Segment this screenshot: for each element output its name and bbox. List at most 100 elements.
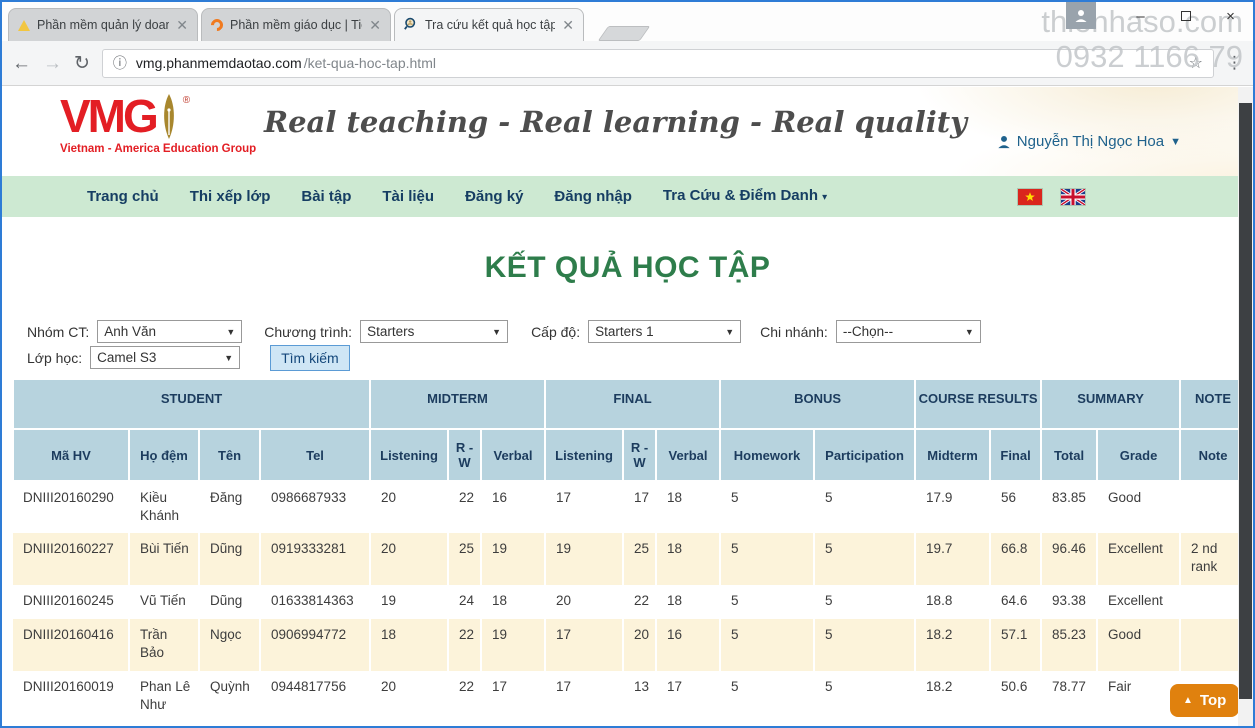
scrollbar-thumb[interactable]	[1239, 103, 1252, 699]
nav-item-register[interactable]: Đăng ký	[465, 176, 523, 217]
uk-flag-icon[interactable]	[1061, 189, 1085, 205]
column-header: Tel	[260, 429, 370, 481]
back-icon[interactable]: ←	[12, 54, 31, 73]
browser-window: Phần mềm quản lý doanh ✕ Phần mềm giáo d…	[0, 0, 1255, 728]
table-cell: Fair	[1097, 671, 1180, 726]
table-cell: 5	[814, 481, 915, 533]
table-cell: Dũng	[199, 585, 260, 619]
column-header: Listening	[370, 429, 448, 481]
logo-subtext: Vietnam - America Education Group	[60, 143, 256, 155]
scroll-to-top-button[interactable]: ▲ Top	[1170, 684, 1239, 717]
table-row: DNIII20160019Phan Lê NhưQuỳnh09448177562…	[13, 671, 1246, 726]
table-cell: 17	[545, 619, 623, 671]
window-controls: – ×	[1066, 2, 1253, 32]
table-cell: Good	[1097, 481, 1180, 533]
page-info-icon[interactable]: ⓘ	[113, 53, 127, 73]
browser-tab-2[interactable]: Phần mềm giáo dục | Tiế ✕	[201, 8, 391, 41]
table-cell: 5	[720, 671, 814, 726]
column-header: Total	[1041, 429, 1097, 481]
top-button-label: Top	[1200, 692, 1226, 709]
search-icon	[404, 17, 418, 34]
table-cell: Vũ Tiến	[129, 585, 199, 619]
column-header: R - W	[448, 429, 481, 481]
table-cell: 25	[448, 533, 481, 585]
table-cell: 19	[481, 533, 545, 585]
browser-tab-1[interactable]: Phần mềm quản lý doanh ✕	[8, 8, 198, 41]
column-header: Tên	[199, 429, 260, 481]
tab-close-icon[interactable]: ✕	[369, 18, 381, 32]
profile-avatar-icon[interactable]	[1066, 2, 1096, 29]
column-group-header: BONUS	[720, 379, 915, 429]
nav-item-documents[interactable]: Tài liệu	[382, 176, 434, 217]
chuong-trinh-select[interactable]: Starters▼	[360, 320, 508, 343]
nav-item-exercises[interactable]: Bài tập	[301, 176, 351, 217]
table-cell: 85.23	[1041, 619, 1097, 671]
table-cell: 19.7	[915, 533, 990, 585]
filter-panel: Nhóm CT: Anh Văn▼ Chương trình: Starters…	[27, 320, 981, 372]
table-cell: 16	[656, 619, 720, 671]
vietnam-flag-icon[interactable]	[1018, 189, 1042, 205]
nav-item-lookup[interactable]: Tra Cứu & Điểm Danh ▾	[663, 175, 827, 218]
column-header: Mã HV	[13, 429, 129, 481]
table-cell: 56	[990, 481, 1041, 533]
browser-menu-icon[interactable]: ⋮	[1226, 53, 1243, 73]
results-table-container: STUDENTMIDTERMFINALBONUSCOURSE RESULTSSU…	[12, 378, 1245, 726]
search-button[interactable]: Tìm kiếm	[270, 345, 350, 371]
table-cell: 18.8	[915, 585, 990, 619]
table-cell: 83.85	[1041, 481, 1097, 533]
table-cell: 19	[370, 585, 448, 619]
table-cell: 20	[370, 481, 448, 533]
reload-icon[interactable]: ↻	[74, 54, 90, 73]
registered-mark: ®	[183, 95, 190, 106]
table-cell: 18	[481, 585, 545, 619]
table-cell: 2 nd rank	[1180, 533, 1246, 585]
user-menu[interactable]: Nguyễn Thị Ngọc Hoa ▼	[997, 133, 1181, 150]
column-group-header: FINAL	[545, 379, 720, 429]
table-cell: 17	[545, 481, 623, 533]
bookmark-star-icon[interactable]: ☆	[1189, 53, 1203, 73]
lop-hoc-select[interactable]: Camel S3▼	[90, 346, 240, 369]
forward-icon[interactable]: →	[43, 54, 62, 73]
filter-label-chi-nhanh: Chi nhánh:	[760, 324, 828, 340]
table-cell: 64.6	[990, 585, 1041, 619]
table-cell: 5	[720, 619, 814, 671]
chevron-down-icon: ▼	[224, 353, 233, 363]
table-cell: 5	[814, 585, 915, 619]
nav-item-placement-test[interactable]: Thi xếp lớp	[190, 176, 271, 217]
new-tab-button[interactable]	[598, 26, 651, 41]
tab-close-icon[interactable]: ✕	[562, 18, 574, 32]
filter-label-chuong-trinh: Chương trình:	[264, 324, 352, 340]
maximize-button[interactable]	[1163, 2, 1208, 30]
table-cell: Đăng	[199, 481, 260, 533]
table-cell: 20	[623, 619, 656, 671]
nhom-ct-select[interactable]: Anh Văn▼	[97, 320, 242, 343]
tab-close-icon[interactable]: ✕	[176, 18, 188, 32]
table-cell: DNIII20160227	[13, 533, 129, 585]
column-header: Final	[990, 429, 1041, 481]
table-cell: 18	[656, 481, 720, 533]
page-scrollbar[interactable]	[1238, 87, 1253, 726]
table-cell: Bùi Tiến	[129, 533, 199, 585]
vmg-logo[interactable]: VMG ® Vietnam - America Education Group	[60, 93, 256, 155]
table-cell: Excellent	[1097, 533, 1180, 585]
chi-nhanh-select[interactable]: --Chọn--▼	[836, 320, 981, 343]
page-title: KẾT QUẢ HỌC TẬP	[2, 251, 1253, 285]
tab-title: Tra cứu kết quả học tập	[425, 18, 555, 32]
cap-do-select[interactable]: Starters 1▼	[588, 320, 741, 343]
minimize-button[interactable]: –	[1118, 2, 1163, 30]
close-button[interactable]: ×	[1208, 2, 1253, 30]
address-bar[interactable]: ⓘ vmg.phanmemdaotao.com/ket-qua-hoc-tap.…	[102, 49, 1214, 78]
chevron-down-icon: ▼	[226, 327, 235, 337]
tab-title: Phần mềm giáo dục | Tiế	[230, 18, 362, 32]
table-cell: 22	[448, 671, 481, 726]
table-row: DNIII20160290Kiều KhánhĐăng0986687933202…	[13, 481, 1246, 533]
table-cell: DNIII20160290	[13, 481, 129, 533]
browser-tab-active[interactable]: Tra cứu kết quả học tập ✕	[394, 8, 584, 41]
table-cell: 17.9	[915, 481, 990, 533]
table-cell: 5	[814, 619, 915, 671]
column-group-header: SUMMARY	[1041, 379, 1180, 429]
chevron-down-icon: ▼	[725, 327, 734, 337]
nav-item-home[interactable]: Trang chủ	[87, 176, 159, 217]
url-host: vmg.phanmemdaotao.com	[136, 55, 302, 71]
nav-item-login[interactable]: Đăng nhập	[554, 176, 632, 217]
